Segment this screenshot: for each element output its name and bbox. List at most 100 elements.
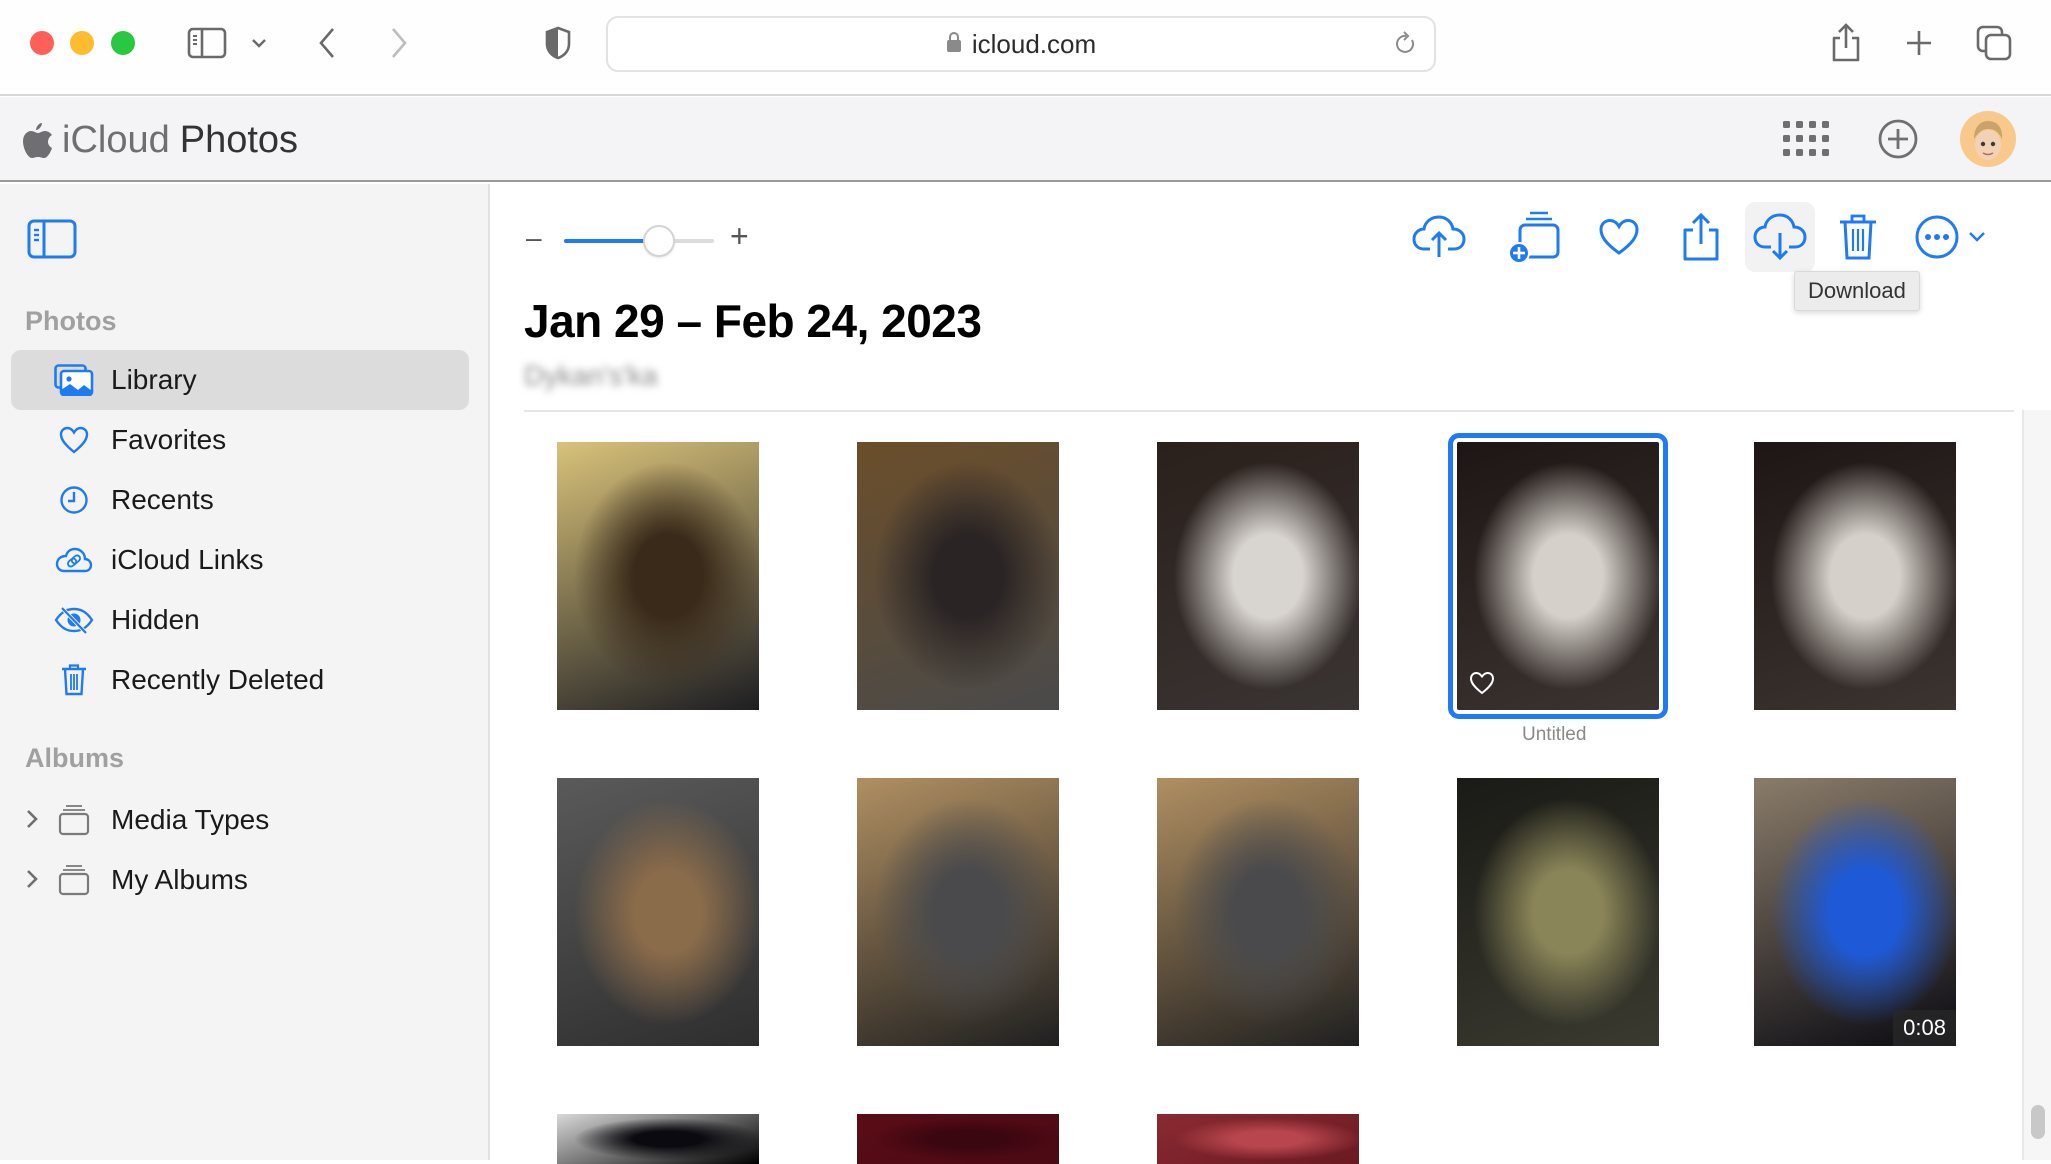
heart-icon (51, 417, 97, 463)
tab-overview-button[interactable] (1975, 24, 2013, 62)
download-tooltip: Download (1794, 271, 1920, 311)
sidebar-section-photos: Photos (25, 306, 117, 336)
zoom-out-button[interactable]: – (526, 222, 542, 254)
sidebar-item-recents[interactable]: Recents (11, 470, 469, 530)
sidebar-item-favorites[interactable]: Favorites (11, 410, 469, 470)
window-close-button[interactable] (30, 31, 54, 55)
photo-thumbnail[interactable] (1157, 1114, 1359, 1164)
plus-icon (1907, 31, 1931, 55)
cloud-download-icon (1753, 213, 1807, 261)
photo-thumbnail[interactable] (1157, 778, 1359, 1046)
sidebar-item-label: Hidden (111, 604, 200, 635)
sidebar-item-label: Recents (111, 484, 214, 515)
sidebar-item-library[interactable]: Library (11, 350, 469, 410)
create-button[interactable] (1876, 117, 1920, 161)
zoom-slider[interactable] (564, 221, 784, 261)
location-subtitle: Dykan's'ka (524, 360, 658, 391)
favorite-button[interactable] (1584, 202, 1654, 272)
privacy-report-button[interactable] (543, 25, 573, 61)
main-content: – + Download Jan 29 – Feb 24, 2023 Dykan… (492, 184, 2051, 1164)
photo-thumbnail[interactable] (1754, 442, 1956, 710)
divider (524, 410, 2014, 412)
reload-icon (1396, 31, 1415, 53)
scrollbar[interactable] (2022, 410, 2051, 1160)
video-thumbnail[interactable]: 0:08 (1754, 778, 1956, 1046)
more-actions-button[interactable] (1900, 202, 2000, 272)
favorite-heart-icon[interactable] (1469, 671, 1495, 700)
app-title-brand: iCloud (62, 119, 170, 161)
sidebar-item-recently-deleted[interactable]: Recently Deleted (11, 650, 469, 710)
video-duration: 0:08 (1893, 1010, 1956, 1046)
sidebar-toggle-button[interactable] (186, 26, 228, 60)
chevron-right-icon (392, 28, 407, 58)
share-page-button[interactable] (1828, 20, 1864, 64)
sidebar-menu-chevron[interactable] (246, 32, 272, 54)
chevron-right-icon[interactable] (25, 868, 39, 895)
photo-thumbnail[interactable] (557, 442, 759, 710)
window-minimize-button[interactable] (70, 31, 94, 55)
new-tab-button[interactable] (1902, 26, 1936, 60)
download-button[interactable] (1745, 202, 1815, 272)
photo-thumbnail[interactable] (1457, 778, 1659, 1046)
scrollbar-thumb[interactable] (2031, 1105, 2045, 1139)
chevron-down-icon (1969, 232, 1985, 242)
sidebar-section-albums: Albums (25, 743, 125, 773)
album-stack-icon (51, 797, 97, 843)
sidebar-item-label: Library (111, 364, 197, 395)
account-avatar[interactable] (1960, 111, 2016, 167)
photo-thumbnail[interactable] (857, 1114, 1059, 1164)
app-header: iCloud Photos (0, 97, 2051, 182)
browser-toolbar: icloud.com (0, 0, 2051, 96)
memoji-avatar-icon (1974, 121, 2003, 160)
trash-icon (1840, 214, 1876, 260)
forward-button[interactable] (384, 25, 414, 61)
sidebar-item-icloud-links[interactable]: iCloud Links (11, 530, 469, 590)
sidebar: Photos Library Favorites Recents iCloud … (0, 184, 490, 1160)
photo-thumbnail[interactable] (857, 778, 1059, 1046)
library-icon (51, 357, 97, 403)
photo-caption: Untitled (1522, 724, 1587, 745)
app-launcher-button[interactable] (1782, 119, 1830, 159)
delete-button[interactable] (1823, 202, 1893, 272)
share-icon (1683, 212, 1719, 261)
app-title: iCloud Photos (22, 119, 298, 162)
eye-slash-icon (51, 597, 97, 643)
window-zoom-button[interactable] (111, 31, 135, 55)
clock-icon (51, 477, 97, 523)
photo-thumbnail[interactable] (557, 1114, 759, 1164)
upload-button[interactable] (1404, 202, 1474, 272)
photo-thumbnail[interactable] (1448, 433, 1668, 719)
zoom-in-button[interactable]: + (730, 218, 749, 255)
shield-icon (545, 26, 571, 60)
trash-icon (51, 657, 97, 703)
collapse-sidebar-button[interactable] (26, 218, 78, 260)
address-bar[interactable]: icloud.com (606, 16, 1436, 72)
add-to-album-button[interactable] (1499, 202, 1569, 272)
cloud-upload-icon (1412, 215, 1466, 257)
grid-icon (1783, 121, 1829, 156)
heart-icon (1599, 218, 1639, 255)
cloud-link-icon (51, 537, 97, 583)
sidebar-item-my-albums[interactable]: My Albums (11, 850, 469, 910)
sidebar-item-media-types[interactable]: Media Types (11, 790, 469, 850)
sidebar-item-label: iCloud Links (111, 544, 264, 575)
url-text: icloud.com (971, 28, 1097, 59)
photo-thumbnail[interactable] (1157, 442, 1359, 710)
back-button[interactable] (312, 25, 342, 61)
slider-thumb[interactable] (642, 225, 675, 257)
page-title: Jan 29 – Feb 24, 2023 (524, 295, 982, 347)
app-title-product: Photos (179, 119, 299, 161)
share-button[interactable] (1666, 202, 1736, 272)
photo-thumbnail[interactable] (857, 442, 1059, 710)
sidebar-icon (187, 27, 227, 59)
reload-button[interactable] (1394, 30, 1418, 65)
sidebar-icon (27, 219, 77, 259)
album-stack-icon (51, 857, 97, 903)
tabs-icon (1976, 25, 2012, 61)
photo-thumbnail[interactable] (557, 778, 759, 1046)
chevron-down-icon (252, 39, 266, 48)
chevron-left-icon (319, 28, 334, 58)
apple-logo-icon (23, 122, 52, 158)
sidebar-item-hidden[interactable]: Hidden (11, 590, 469, 650)
chevron-right-icon[interactable] (25, 808, 39, 835)
